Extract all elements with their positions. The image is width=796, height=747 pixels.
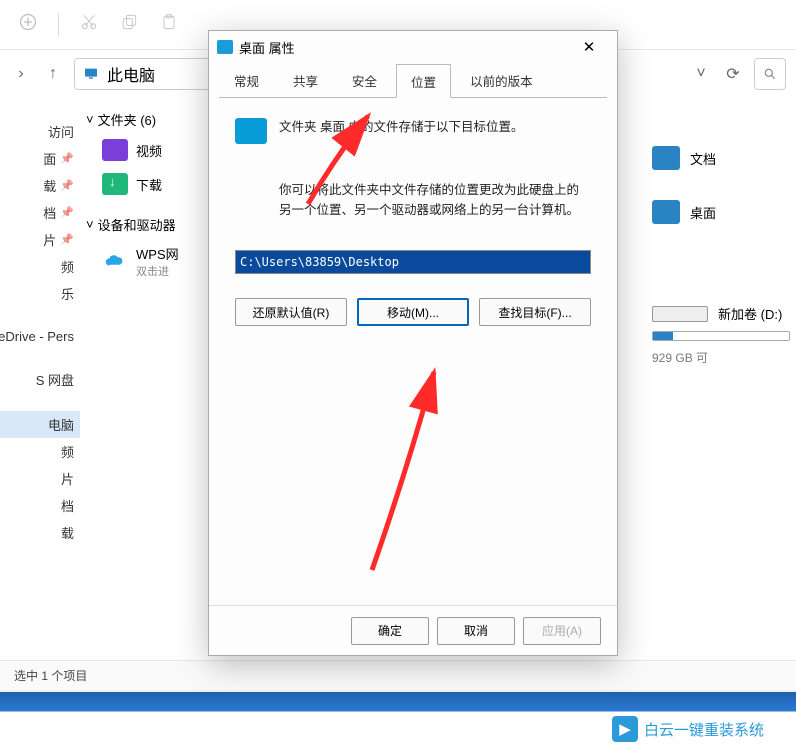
close-button[interactable]: ✕ bbox=[569, 33, 609, 61]
desktop-folder-icon bbox=[652, 200, 680, 224]
wps-drive[interactable]: WPS网 双击进 bbox=[80, 238, 200, 285]
tab-location[interactable]: 位置 bbox=[396, 64, 451, 98]
sidebar-downloads[interactable]: 载📌 bbox=[0, 172, 80, 199]
folder-downloads[interactable]: 下载 bbox=[80, 167, 200, 201]
location-path-input[interactable] bbox=[235, 250, 591, 274]
sidebar-downloads2[interactable]: 载 bbox=[0, 519, 80, 546]
nav-up-icon[interactable]: ↑ bbox=[42, 63, 64, 85]
properties-dialog: 桌面 属性 ✕ 常规 共享 安全 位置 以前的版本 文件夹 桌面 中的文件存储于… bbox=[208, 30, 618, 656]
location-help-text: 你可以将此文件夹中文件存储的位置更改为此硬盘上的另一个位置、另一个驱动器或网络上… bbox=[235, 180, 591, 220]
address-refresh-icon[interactable]: ⟳ bbox=[722, 63, 744, 85]
monitor-icon bbox=[83, 66, 99, 82]
move-button[interactable]: 移动(M)... bbox=[357, 298, 469, 326]
close-icon: ✕ bbox=[583, 38, 596, 56]
video-folder-icon bbox=[102, 139, 128, 161]
download-folder-icon bbox=[102, 173, 128, 195]
nav-back-icon[interactable]: › bbox=[10, 63, 32, 85]
drive-icon bbox=[652, 306, 708, 322]
dialog-titlebar[interactable]: 桌面 属性 ✕ bbox=[209, 31, 617, 63]
sidebar-music[interactable]: 乐 bbox=[0, 280, 80, 307]
sidebar-pictures2[interactable]: 片 bbox=[0, 465, 80, 492]
content-right-column: 文档 桌面 新加卷 (D:) 929 GB 可 bbox=[646, 98, 796, 660]
sidebar-onedrive[interactable]: eDrive - Pers bbox=[0, 325, 80, 348]
dialog-title: 桌面 属性 bbox=[239, 38, 295, 57]
tab-previous-versions[interactable]: 以前的版本 bbox=[455, 63, 548, 97]
desktop-icon bbox=[235, 118, 267, 144]
tab-general[interactable]: 常规 bbox=[219, 63, 274, 97]
restore-default-button[interactable]: 还原默认值(R) bbox=[235, 298, 347, 326]
address-text: 此电脑 bbox=[107, 62, 155, 86]
devices-group-header[interactable]: ˅ 设备和驱动器 bbox=[80, 211, 200, 238]
status-bar: 选中 1 个项目 bbox=[0, 660, 796, 690]
location-info-text: 文件夹 桌面 中的文件存储于以下目标位置。 bbox=[279, 116, 523, 144]
folder-tree: ˅ 文件夹 (6) 视频 下载 ˅ 设备和驱动器 WPS网 双击进 bbox=[80, 98, 200, 660]
watermark-brand: ▶ 白云一键重装系统 bbox=[612, 716, 764, 742]
tab-sharing[interactable]: 共享 bbox=[278, 63, 333, 97]
cloud-icon bbox=[102, 251, 128, 273]
folder-documents[interactable]: 文档 bbox=[646, 142, 796, 174]
folder-desktop[interactable]: 桌面 bbox=[646, 196, 796, 228]
paste-icon[interactable] bbox=[159, 12, 179, 37]
nav-sidebar: 访问 面📌 载📌 档📌 片📌 频 乐 eDrive - Pers S 网盘 电脑… bbox=[0, 98, 80, 660]
dialog-body: 文件夹 桌面 中的文件存储于以下目标位置。 你可以将此文件夹中文件存储的位置更改… bbox=[209, 98, 617, 605]
sidebar-videos2[interactable]: 频 bbox=[0, 438, 80, 465]
brand-icon: ▶ bbox=[612, 716, 638, 742]
folder-icon bbox=[217, 40, 233, 54]
sidebar-quick-access[interactable]: 访问 bbox=[0, 118, 80, 145]
dialog-tabs: 常规 共享 安全 位置 以前的版本 bbox=[209, 63, 617, 97]
cancel-button[interactable]: 取消 bbox=[437, 617, 515, 645]
find-target-button[interactable]: 查找目标(F)... bbox=[479, 298, 591, 326]
folders-group-header[interactable]: ˅ 文件夹 (6) bbox=[80, 106, 200, 133]
sidebar-videos[interactable]: 频 bbox=[0, 253, 80, 280]
chevron-down-icon: ˅ bbox=[86, 217, 94, 232]
sidebar-documents[interactable]: 档📌 bbox=[0, 199, 80, 226]
cut-icon[interactable] bbox=[79, 12, 99, 37]
dialog-footer: 确定 取消 应用(A) bbox=[209, 605, 617, 655]
ok-button[interactable]: 确定 bbox=[351, 617, 429, 645]
chevron-down-icon: ˅ bbox=[86, 112, 94, 127]
sidebar-this-pc[interactable]: 电脑 bbox=[0, 411, 80, 438]
folder-videos[interactable]: 视频 bbox=[80, 133, 200, 167]
sidebar-documents2[interactable]: 档 bbox=[0, 492, 80, 519]
sidebar-pictures[interactable]: 片📌 bbox=[0, 226, 80, 253]
drive-d[interactable]: 新加卷 (D:) 929 GB 可 bbox=[646, 300, 796, 370]
sidebar-desktop[interactable]: 面📌 bbox=[0, 145, 80, 172]
tab-security[interactable]: 安全 bbox=[337, 63, 392, 97]
copy-icon[interactable] bbox=[119, 12, 139, 37]
address-dropdown-icon[interactable]: ˅ bbox=[690, 63, 712, 85]
sidebar-wps[interactable]: S 网盘 bbox=[0, 366, 80, 393]
new-icon[interactable] bbox=[18, 12, 38, 37]
document-folder-icon bbox=[652, 146, 680, 170]
pin-icon: 📌 bbox=[60, 152, 74, 165]
apply-button[interactable]: 应用(A) bbox=[523, 617, 601, 645]
search-button[interactable] bbox=[754, 58, 786, 90]
search-icon bbox=[763, 67, 777, 81]
